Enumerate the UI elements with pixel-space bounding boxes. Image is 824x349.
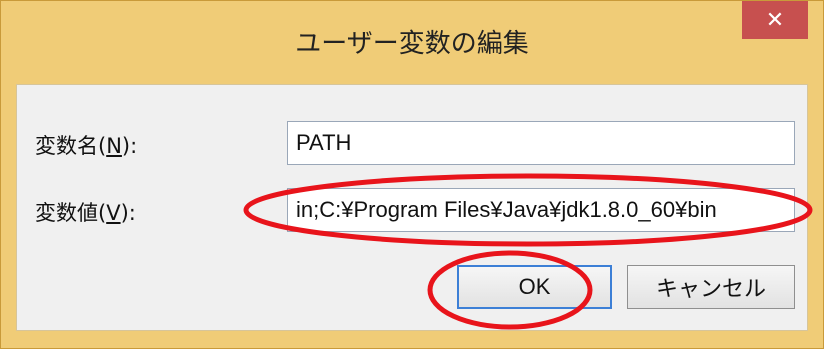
variable-value-label: 変数値(V): (35, 201, 136, 225)
name-accelerator: N (106, 134, 122, 158)
close-button[interactable]: ✕ (742, 1, 808, 39)
variable-name-label: 変数名(N): (35, 134, 138, 158)
dialog-body: 変数名(N): PATH 変数値(V): in;C:¥Program Files… (16, 84, 808, 331)
variable-value-input[interactable]: in;C:¥Program Files¥Java¥jdk1.8.0_60¥bin (287, 188, 795, 232)
edit-user-variable-dialog: ユーザー変数の編集 ✕ 変数名(N): PATH 変数値(V): in;C:¥P… (0, 0, 824, 349)
value-accelerator: V (106, 201, 121, 225)
title-bar[interactable]: ユーザー変数の編集 ✕ (1, 1, 823, 83)
close-icon: ✕ (765, 7, 785, 33)
ok-button[interactable]: OK (457, 265, 612, 309)
variable-name-input[interactable]: PATH (287, 121, 795, 165)
cancel-button[interactable]: キャンセル (627, 265, 795, 309)
dialog-title: ユーザー変数の編集 (295, 29, 529, 59)
